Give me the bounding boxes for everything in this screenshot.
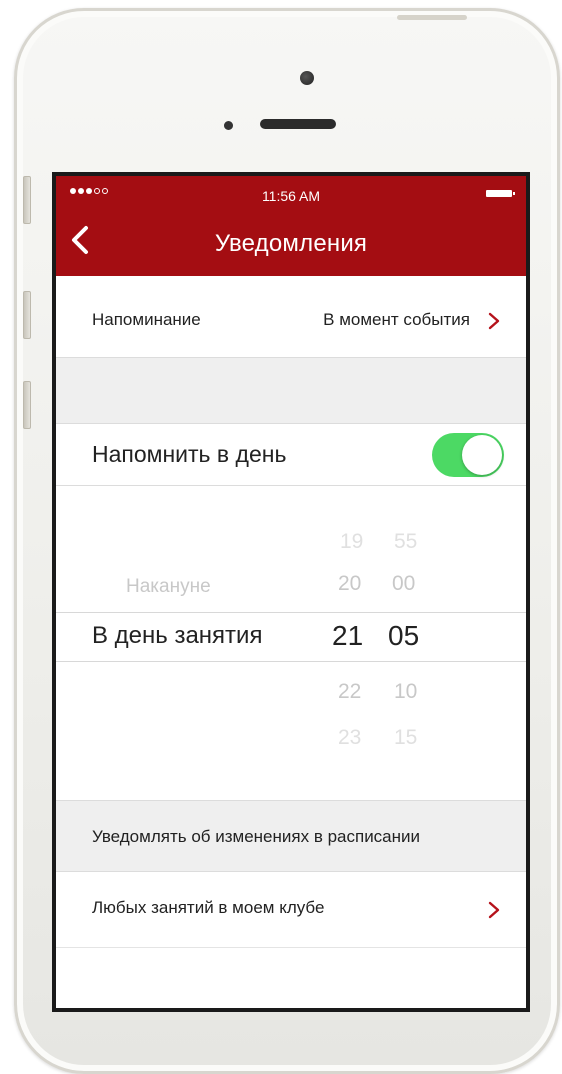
notify-section-title: Уведомлять об изменениях в расписании	[92, 827, 421, 846]
mute-switch	[23, 176, 31, 224]
picker-minute[interactable]: 55	[394, 530, 417, 554]
picker-hour[interactable]: 23	[338, 726, 361, 750]
picker-minute-selected[interactable]: 05	[388, 620, 419, 652]
battery-icon	[486, 190, 515, 197]
chevron-right-icon	[488, 901, 500, 919]
chevron-right-icon	[488, 312, 500, 330]
nav-header: 11:56 AM Уведомления	[56, 176, 526, 276]
reminder-row[interactable]: Напоминание В момент события	[56, 276, 526, 358]
remind-day-row: Напомнить в день	[56, 424, 526, 486]
picker-minute[interactable]: 10	[394, 680, 417, 704]
picker-minute[interactable]: 00	[392, 572, 415, 596]
section-spacer	[56, 358, 526, 424]
notify-section-header: Уведомлять об изменениях в расписании	[56, 800, 526, 872]
earpiece-speaker	[260, 119, 336, 129]
picker-hour-selected[interactable]: 21	[332, 620, 363, 652]
picker-minute[interactable]: 15	[394, 726, 417, 750]
picker-hour[interactable]: 20	[338, 572, 361, 596]
remind-day-toggle[interactable]	[432, 433, 504, 477]
remind-day-label: Напомнить в день	[92, 441, 287, 467]
status-time: 11:56 AM	[261, 188, 321, 204]
volume-down-button	[23, 381, 31, 429]
picker-hour[interactable]: 19	[340, 530, 363, 554]
page-title: Уведомления	[214, 230, 368, 257]
picker-hour[interactable]: 22	[338, 680, 361, 704]
volume-up-button	[23, 291, 31, 339]
reminder-value: В момент события	[323, 310, 470, 329]
power-button	[397, 15, 467, 20]
any-class-row[interactable]: Любых занятий в моем клубе	[56, 872, 526, 948]
toggle-knob	[462, 435, 502, 475]
front-camera	[300, 71, 314, 85]
proximity-sensor	[224, 121, 233, 130]
status-bar: 11:56 AM	[56, 176, 526, 208]
picker-day-option[interactable]: Накануне	[126, 576, 211, 598]
reminder-label: Напоминание	[92, 310, 201, 329]
app-screen: 11:56 AM Уведомления Напоминание В момен…	[52, 172, 530, 1012]
picker-day-selected[interactable]: В день занятия	[92, 622, 262, 650]
time-picker[interactable]: Накануне В день занятия 19 20 21 22 23 5…	[56, 486, 526, 800]
any-class-label: Любых занятий в моем клубе	[92, 898, 325, 917]
